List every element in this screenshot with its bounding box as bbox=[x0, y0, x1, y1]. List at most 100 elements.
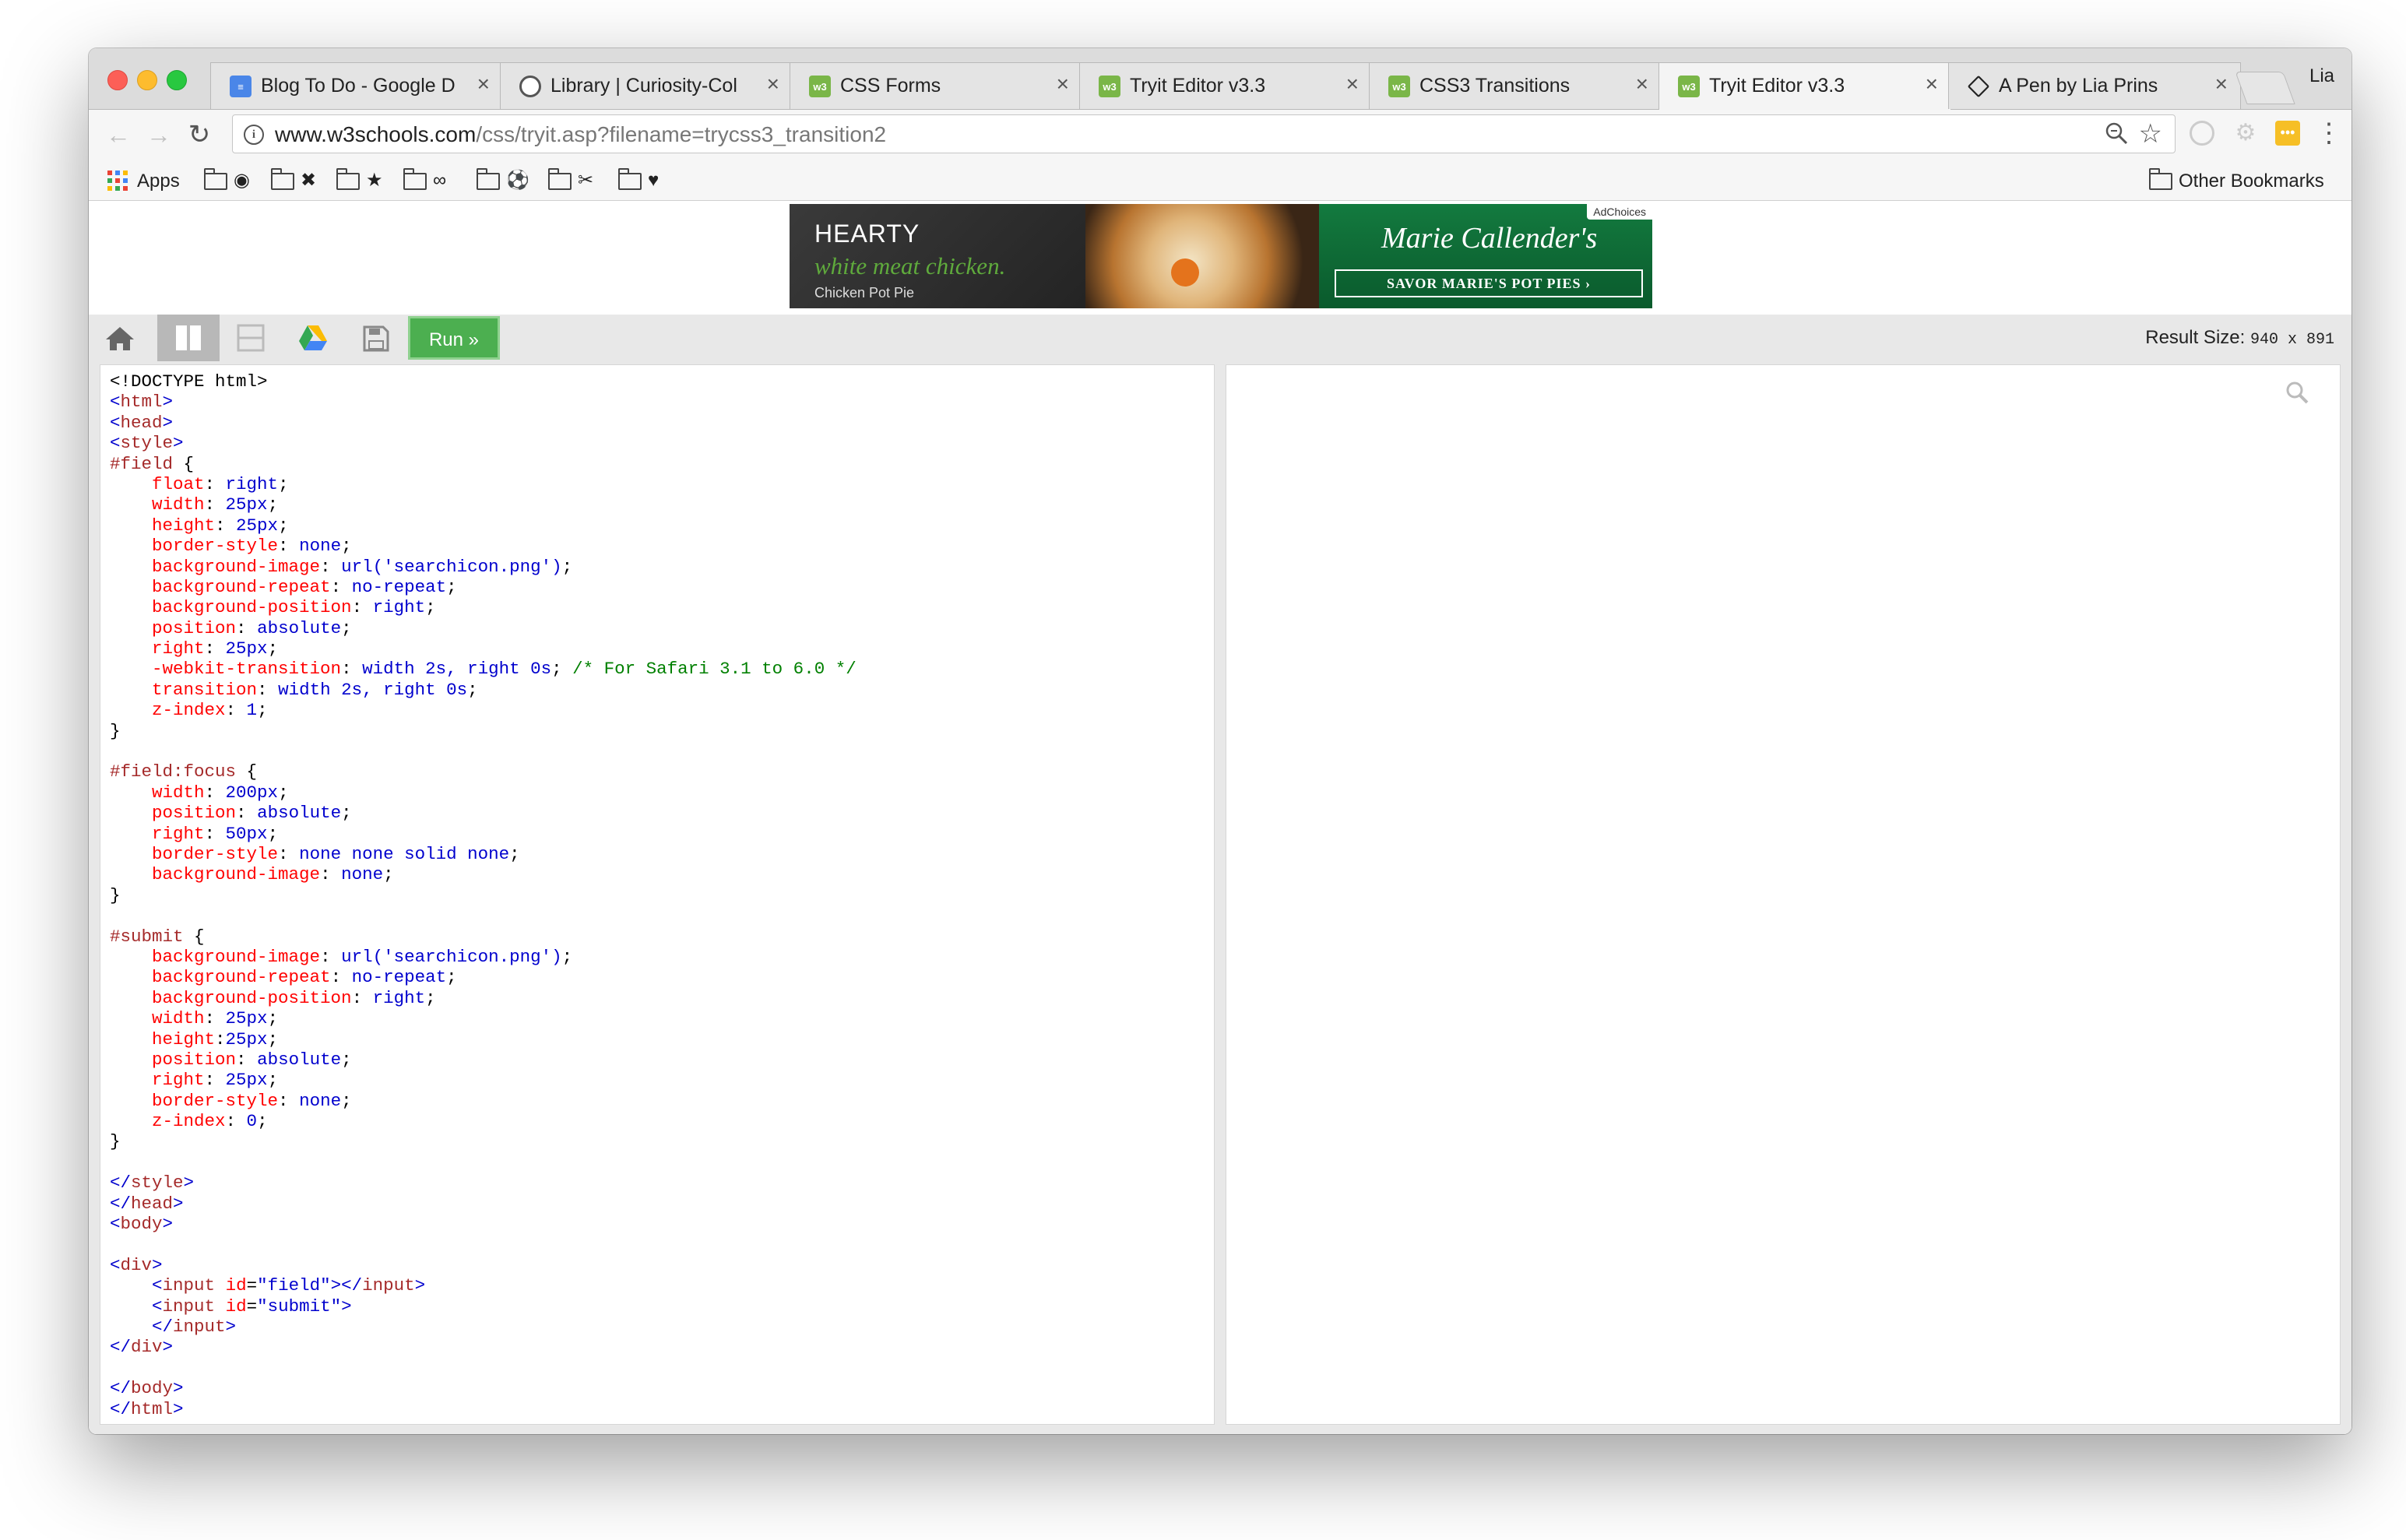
menu-icon[interactable]: ⋮ bbox=[2316, 118, 2342, 149]
forward-arrow-icon[interactable]: → bbox=[143, 119, 174, 150]
search-icon[interactable] bbox=[2285, 381, 2309, 404]
close-icon[interactable]: × bbox=[1057, 72, 1069, 96]
folder-icon[interactable] bbox=[336, 168, 360, 190]
code-token: ; bbox=[446, 576, 457, 597]
apps-bookmark[interactable]: Apps bbox=[137, 171, 180, 192]
new-tab-button[interactable] bbox=[2235, 72, 2295, 104]
ad-product: Chicken Pot Pie bbox=[814, 285, 915, 301]
bookmark-folder-label[interactable]: ✖ bbox=[301, 169, 316, 192]
bookmark-folder-label[interactable]: ★ bbox=[366, 169, 383, 192]
w3schools-icon: w3 bbox=[1099, 76, 1120, 97]
ad-headline: HEARTY bbox=[814, 220, 920, 248]
close-icon[interactable]: × bbox=[1346, 72, 1359, 96]
url-path: /css/tryit.asp?filename=trycss3_transiti… bbox=[476, 122, 887, 146]
info-icon[interactable]: i bbox=[244, 125, 264, 145]
extension-yellow-icon[interactable]: ••• bbox=[2275, 121, 2300, 146]
tab-title: Blog To Do - Google D bbox=[261, 75, 456, 97]
code-token: none bbox=[299, 536, 342, 557]
folder-icon[interactable] bbox=[548, 168, 572, 190]
reload-icon[interactable]: ↻ bbox=[184, 119, 215, 150]
close-window-button[interactable] bbox=[107, 70, 128, 90]
close-icon[interactable]: × bbox=[2215, 72, 2228, 96]
code-text[interactable]: <!DOCTYPE html> <html> <head> <style> #field… bbox=[110, 371, 857, 1419]
code-token: height bbox=[152, 515, 216, 536]
code-line: </html> bbox=[110, 1399, 857, 1419]
bookmark-folder-label[interactable]: ⚽ bbox=[506, 169, 529, 192]
address-bar[interactable]: i www.w3schools.com/css/tryit.asp?filena… bbox=[232, 114, 2176, 153]
result-frame[interactable] bbox=[1226, 364, 2341, 1425]
code-token: 25px bbox=[225, 1070, 268, 1091]
browser-tab[interactable]: A Pen by Lia Prins × bbox=[1948, 62, 2241, 109]
zoom-icon[interactable] bbox=[2105, 121, 2128, 145]
code-token: width 2s, right 0s bbox=[362, 659, 552, 680]
bookmark-folder-label[interactable]: ♥ bbox=[648, 169, 659, 192]
code-token: > bbox=[183, 1173, 195, 1194]
split-vertical-icon[interactable] bbox=[157, 315, 220, 361]
code-editor[interactable]: <!DOCTYPE html> <html> <head> <style> #field… bbox=[100, 364, 1215, 1425]
code-line: } bbox=[110, 721, 857, 741]
browser-tab[interactable]: w3 Tryit Editor v3.3 × bbox=[1079, 62, 1372, 109]
split-horizontal-icon[interactable] bbox=[220, 315, 282, 361]
ad-cta-button[interactable]: SAVOR MARIE'S POT PIES › bbox=[1335, 269, 1643, 297]
code-token: ; bbox=[278, 782, 289, 803]
fullscreen-window-button[interactable] bbox=[167, 70, 187, 90]
code-token: background-repeat bbox=[152, 967, 331, 988]
bookmark-star-icon[interactable]: ☆ bbox=[2139, 118, 2162, 149]
google-drive-icon[interactable] bbox=[282, 315, 344, 361]
code-token: < bbox=[152, 1296, 163, 1317]
code-token: 1 bbox=[246, 700, 258, 721]
browser-tab[interactable]: ≡ Blog To Do - Google D × bbox=[210, 62, 503, 109]
profile-name[interactable]: Lia bbox=[2309, 65, 2334, 87]
code-token: : bbox=[278, 1090, 300, 1111]
back-arrow-icon[interactable]: ← bbox=[103, 119, 134, 150]
tab-title: CSS Forms bbox=[840, 75, 941, 97]
folder-icon[interactable] bbox=[271, 168, 294, 190]
folder-icon[interactable] bbox=[204, 168, 227, 190]
code-token: > bbox=[152, 1254, 163, 1275]
folder-icon[interactable] bbox=[2149, 168, 2172, 190]
folder-icon[interactable] bbox=[403, 168, 427, 190]
home-icon[interactable] bbox=[89, 315, 151, 361]
apps-grid-icon[interactable] bbox=[107, 171, 128, 191]
code-token: > bbox=[414, 1275, 426, 1296]
code-line: border-style: none; bbox=[110, 1091, 857, 1111]
close-icon[interactable]: × bbox=[767, 72, 779, 96]
bookmark-folder-label[interactable]: ∞ bbox=[433, 169, 446, 192]
code-token: } bbox=[110, 1131, 121, 1152]
browser-tab[interactable]: w3 CSS3 Transitions × bbox=[1369, 62, 1662, 109]
adchoices-label[interactable]: AdChoices bbox=[1587, 204, 1652, 220]
code-token: < bbox=[110, 1214, 121, 1235]
code-token: -webkit-transition bbox=[152, 659, 342, 680]
extension-icon[interactable] bbox=[2190, 121, 2214, 146]
close-icon[interactable]: × bbox=[1636, 72, 1648, 96]
browser-tab[interactable]: Library | Curiosity-Col × bbox=[500, 62, 793, 109]
browser-tab[interactable]: w3 Tryit Editor v3.3 × bbox=[1659, 62, 1951, 110]
close-icon[interactable]: × bbox=[477, 72, 490, 96]
code-token: ; bbox=[341, 536, 352, 557]
settings-extension-icon[interactable]: ⚙ bbox=[2233, 121, 2258, 146]
code-line: right: 25px; bbox=[110, 638, 857, 659]
bookmark-folder-label[interactable]: ✂ bbox=[578, 169, 593, 192]
code-token: <!DOCTYPE html> bbox=[110, 371, 268, 392]
result-size-label: Result Size: bbox=[2145, 327, 2246, 348]
code-token: background-image bbox=[152, 946, 321, 967]
save-icon[interactable] bbox=[344, 315, 406, 361]
code-token: : bbox=[278, 536, 300, 557]
code-token: { bbox=[183, 926, 205, 947]
advertisement-banner[interactable]: HEARTY white meat chicken. Chicken Pot P… bbox=[790, 204, 1652, 308]
folder-icon[interactable] bbox=[618, 168, 642, 190]
folder-icon[interactable] bbox=[477, 168, 500, 190]
code-token: 200px bbox=[225, 782, 279, 803]
url-text[interactable]: www.w3schools.com/css/tryit.asp?filename… bbox=[275, 123, 886, 146]
bookmark-folder-label[interactable]: ◉ bbox=[234, 169, 250, 192]
code-token: #field bbox=[110, 453, 174, 474]
code-token: : bbox=[330, 576, 352, 597]
close-icon[interactable]: × bbox=[1926, 72, 1938, 96]
other-bookmarks[interactable]: Other Bookmarks bbox=[2179, 171, 2324, 192]
minimize-window-button[interactable] bbox=[137, 70, 157, 90]
browser-tab[interactable]: w3 CSS Forms × bbox=[790, 62, 1082, 109]
run-button[interactable]: Run » bbox=[408, 316, 500, 360]
